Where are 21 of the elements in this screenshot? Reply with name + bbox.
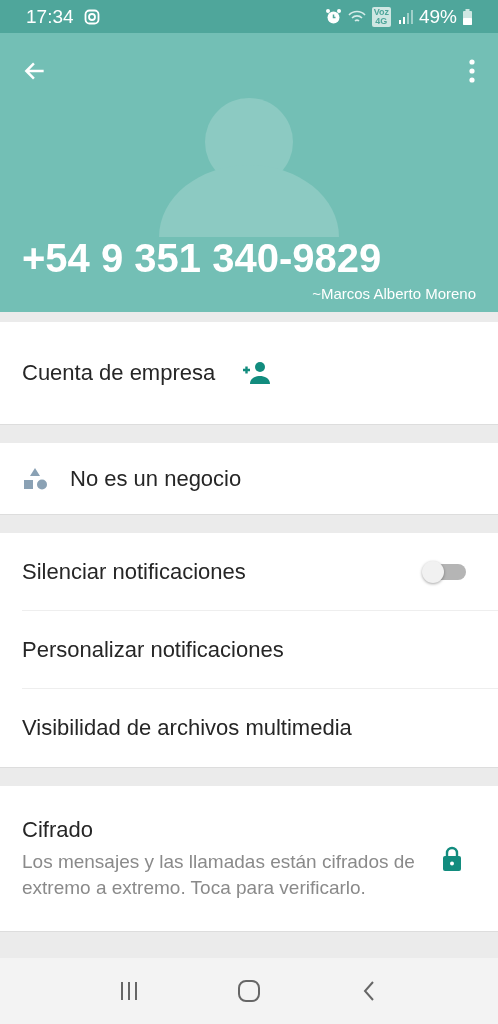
alarm-icon <box>324 8 342 25</box>
volte-badge: Voz 4G <box>371 6 391 27</box>
home-icon[interactable] <box>237 979 261 1003</box>
battery-percent: 49% <box>418 5 457 28</box>
business-account-label: Cuenta de empresa <box>22 360 216 386</box>
camera-icon <box>83 8 100 25</box>
contact-push-name: ~Marcos Alberto Moreno <box>311 285 476 302</box>
setting-label[interactable]: Personalizar notificaciones <box>22 636 284 663</box>
business-status-label: No es un negocio <box>70 465 242 492</box>
setting-label[interactable]: Visibilidad de archivos multimedia <box>22 715 352 741</box>
contact-phone: +54 9 351 340-9829 <box>22 236 383 281</box>
signal-icon <box>396 8 413 25</box>
mute-switch[interactable] <box>422 560 466 583</box>
status-time: 17:34 <box>26 5 74 28</box>
setting-label[interactable]: Silenciar notificaciones <box>22 558 246 585</box>
menu-icon[interactable] <box>468 58 476 84</box>
battery-icon <box>463 8 472 25</box>
encryption-description: Los mensajes y las llamadas están cifrados de extremo a extremo. Toca para verificarlo. <box>22 849 416 900</box>
wifi-icon <box>347 8 366 25</box>
encryption-title: Cifrado <box>22 816 94 843</box>
lock-icon[interactable] <box>442 845 462 872</box>
